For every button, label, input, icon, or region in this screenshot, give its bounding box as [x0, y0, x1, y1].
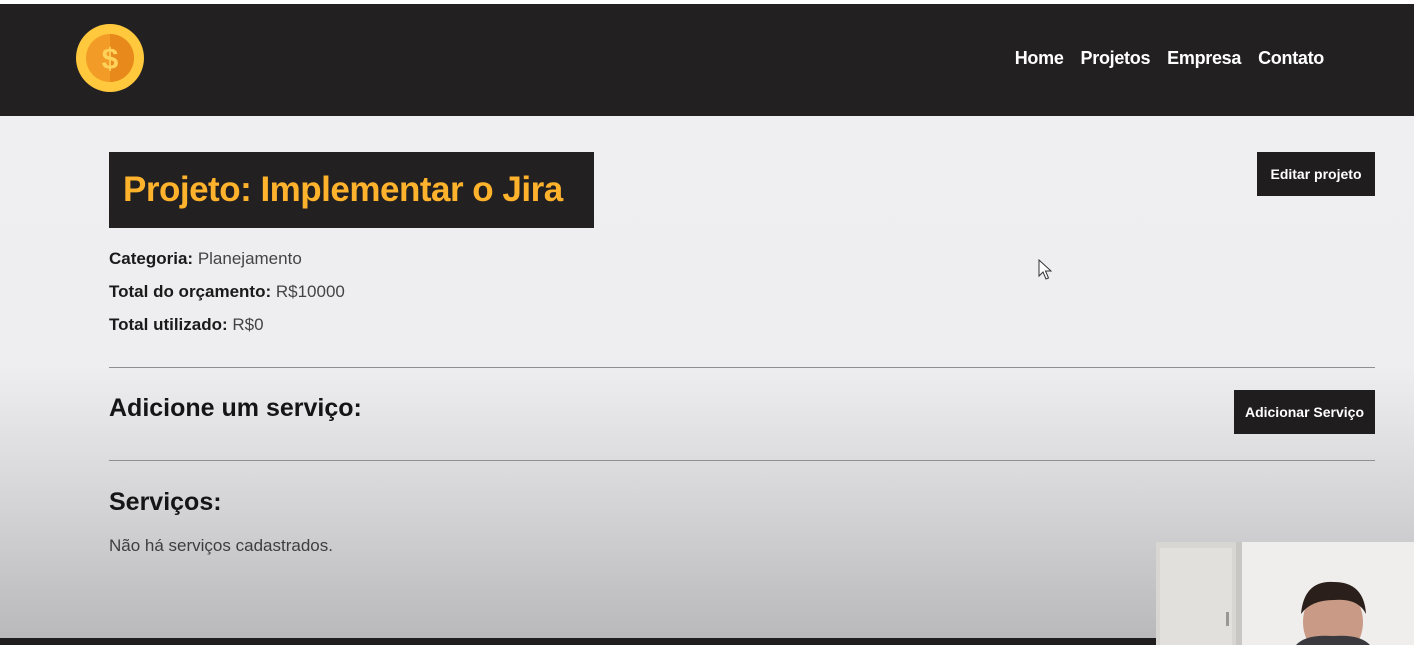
nav-link-contato[interactable]: Contato — [1258, 48, 1324, 69]
nav-links: Home Projetos Empresa Contato — [1015, 48, 1325, 69]
services-empty-text: Não há serviços cadastrados. — [109, 536, 333, 555]
budget-label: Total do orçamento: — [109, 282, 272, 301]
category-value: Planejamento — [197, 249, 302, 268]
mouse-cursor-icon — [1038, 259, 1052, 280]
webcam-overlay — [1156, 542, 1414, 645]
used-row: Total utilizado: R$0 — [109, 315, 264, 335]
project-title-box: Projeto: Implementar o Jira — [109, 152, 594, 228]
add-service-heading: Adicione um serviço: — [109, 394, 362, 422]
edit-project-button[interactable]: Editar projeto — [1257, 152, 1375, 196]
budget-row: Total do orçamento: R$10000 — [109, 282, 345, 302]
logo-symbol: $ — [102, 43, 119, 76]
navbar: $ Home Projetos Empresa Contato — [0, 4, 1414, 116]
services-heading: Serviços: — [109, 488, 222, 516]
coin-dollar-icon[interactable]: $ — [75, 22, 145, 94]
used-label: Total utilizado: — [109, 315, 228, 334]
budget-value: R$10000 — [275, 282, 345, 301]
nav-link-empresa[interactable]: Empresa — [1167, 48, 1241, 69]
category-row: Categoria: Planejamento — [109, 249, 302, 269]
nav-link-home[interactable]: Home — [1015, 48, 1064, 69]
divider — [109, 367, 1375, 368]
add-service-button[interactable]: Adicionar Serviço — [1234, 390, 1375, 434]
category-label: Categoria: — [109, 249, 194, 268]
used-value: R$0 — [232, 315, 264, 334]
nav-link-projetos[interactable]: Projetos — [1081, 48, 1151, 69]
project-title: Projeto: Implementar o Jira — [123, 170, 563, 209]
divider — [109, 460, 1375, 461]
